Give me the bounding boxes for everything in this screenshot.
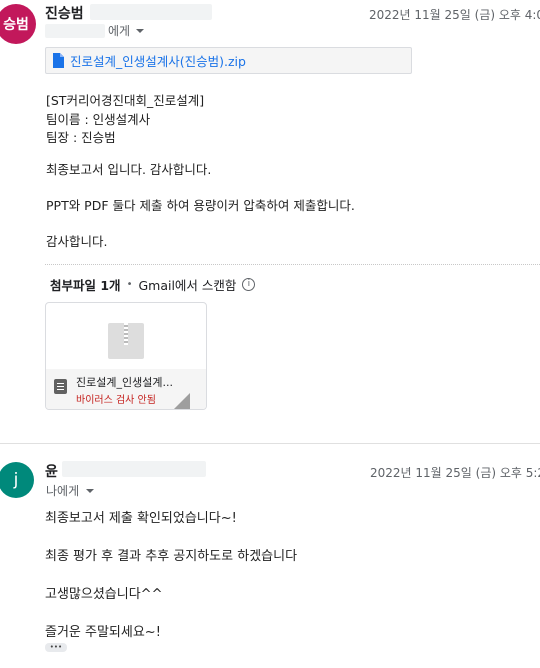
recipient-line-2[interactable]: 나에게	[46, 482, 95, 499]
attachment-card-footer: 진로설계_인생설계... 바이러스 검사 안됨	[46, 369, 206, 409]
avatar-initials: 승범	[3, 17, 29, 33]
recipient-line[interactable]: 에게	[45, 22, 145, 39]
inline-attachment-link[interactable]: 진로설계_인생설계사(진승범).zip	[45, 47, 412, 74]
avatar-initial-2: j	[13, 470, 19, 490]
file-doc-icon	[53, 53, 64, 68]
attachment-card-name: 진로설계_인생설계...	[76, 376, 173, 389]
chevron-down-icon[interactable]	[86, 488, 95, 493]
body2-line-1: 최종보고서 제출 확인되었습니다~!	[45, 511, 237, 526]
message-date: 2022년 11월 25일 (금) 오후 4:02	[369, 8, 540, 22]
sender-email-redacted-2	[62, 461, 206, 477]
sender-email-redacted	[90, 4, 212, 20]
show-trimmed-content-button[interactable]: •••	[45, 643, 67, 652]
recipient-redacted	[45, 23, 105, 38]
body-line-1: [ST커리어경진대회_진로설계]	[46, 93, 205, 108]
info-icon[interactable]: i	[242, 278, 256, 291]
body2-line-2: 최종 평가 후 결과 추후 공지하도로 하겠습니다	[45, 549, 298, 564]
recipient-suffix: 에게	[108, 24, 131, 38]
attachments-count: 첨부파일 1개	[50, 278, 121, 293]
body-line-2: 팀이름 : 인생설계사	[46, 112, 151, 127]
zip-file-icon	[54, 379, 67, 394]
inline-attachment-name: 진로설계_인생설계사(진승범).zip	[70, 54, 246, 69]
body-line-4: 최종보고서 입니다. 감사합니다.	[46, 162, 212, 177]
message-date-2: 2022년 11월 25일 (금) 오후 5:26	[370, 466, 540, 480]
message-divider	[0, 443, 540, 444]
attachment-card[interactable]: 진로설계_인생설계... 바이러스 검사 안됨	[45, 302, 207, 410]
more-dots: •••	[49, 643, 63, 651]
chevron-down-icon[interactable]	[136, 28, 145, 33]
body2-line-4: 즐거운 주말되세요~!	[45, 625, 161, 640]
attachments-header: 첨부파일 1개 • Gmail에서 스캔함 i	[50, 275, 256, 294]
attachments-divider	[45, 264, 540, 265]
sender-avatar-2[interactable]: j	[0, 462, 34, 498]
fold-corner	[174, 393, 190, 409]
body-line-6: 감사합니다.	[46, 234, 108, 249]
attachment-virus-warning: 바이러스 검사 안됨	[76, 395, 156, 406]
zip-icon	[108, 323, 144, 359]
recipient-label-2: 나에게	[46, 484, 80, 498]
sender-name[interactable]: 진승범	[45, 3, 84, 23]
body-line-3: 팀장 : 진승범	[46, 130, 116, 145]
body2-line-3: 고생많으셨습니다^^	[45, 587, 163, 602]
sender-avatar[interactable]: 승범	[0, 4, 36, 44]
sender-name-2[interactable]: 윤	[45, 461, 58, 481]
attachments-scan-text: Gmail에서 스캔함	[138, 278, 237, 293]
attachments-separator: •	[126, 279, 133, 290]
body-line-5: PPT와 PDF 둘다 제출 하여 용량이커 압축하여 제출합니다.	[46, 198, 355, 213]
